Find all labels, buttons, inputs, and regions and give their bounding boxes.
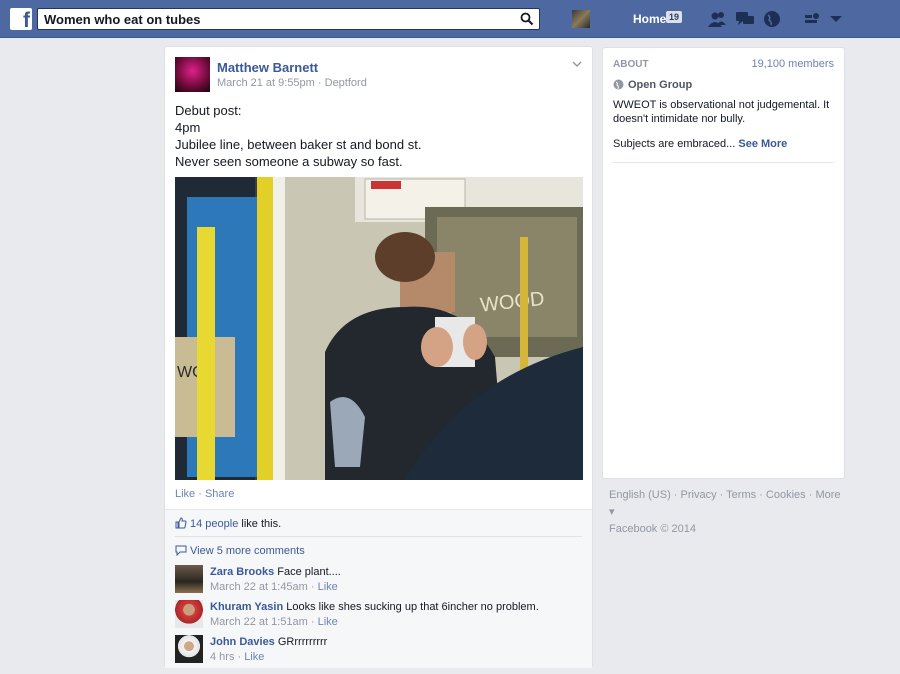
comment-body: John Davies GRrrrrrrrrr 4 hrs · Like bbox=[210, 636, 328, 663]
comment-time[interactable]: March 22 at 1:45am bbox=[210, 581, 308, 593]
friend-requests-icon[interactable] bbox=[707, 10, 727, 28]
commenter-name[interactable]: John Davies bbox=[210, 636, 275, 648]
members-count[interactable]: 19,100 members bbox=[751, 58, 834, 70]
search-input[interactable]: Women who eat on tubes bbox=[37, 8, 540, 30]
comment-like-link[interactable]: Like bbox=[244, 651, 264, 663]
comment-body: Khuram Yasin Looks like shes sucking up … bbox=[210, 601, 539, 628]
globe-icon bbox=[613, 79, 624, 90]
top-nav-bar: f Women who eat on tubes Home 19 bbox=[0, 0, 900, 38]
comment-like-link[interactable]: Like bbox=[318, 581, 338, 593]
messages-icon[interactable] bbox=[735, 10, 755, 28]
comment-time[interactable]: 4 hrs bbox=[210, 651, 234, 663]
group-description: WWEOT is observational not judgemental. … bbox=[613, 99, 830, 125]
post-location[interactable]: Deptford bbox=[325, 77, 367, 89]
tube-photo-illustration: WOOD WO bbox=[175, 177, 583, 480]
footer-link-terms[interactable]: Terms bbox=[726, 489, 756, 501]
commenter-avatar[interactable] bbox=[175, 635, 203, 663]
comment-like-link[interactable]: Like bbox=[318, 616, 338, 628]
comment-text: GRrrrrrrrrr bbox=[277, 636, 328, 648]
footer-link-more[interactable]: More bbox=[815, 489, 840, 501]
view-more-comments[interactable]: View 5 more comments bbox=[175, 545, 305, 557]
comment: Zara Brooks Face plant.... March 22 at 1… bbox=[175, 565, 580, 597]
facebook-logo[interactable]: f bbox=[10, 8, 32, 32]
post-text: Debut post: 4pm Jubilee line, between ba… bbox=[175, 102, 575, 170]
commenter-name[interactable]: Khuram Yasin bbox=[210, 601, 283, 613]
comment-text: Face plant.... bbox=[277, 566, 341, 578]
post-feedback: 14 people like this. View 5 more comment… bbox=[165, 509, 592, 668]
post-meta: March 21 at 9:55pm · Deptford bbox=[217, 77, 367, 89]
post-text-line: Never seen someone a subway so fast. bbox=[175, 154, 403, 169]
about-divider bbox=[613, 162, 834, 163]
commenter-avatar[interactable] bbox=[175, 565, 203, 593]
post-photo[interactable]: WOOD WO bbox=[175, 177, 583, 480]
search-icon[interactable] bbox=[520, 12, 534, 26]
more-dropdown-icon[interactable]: ▾ bbox=[609, 506, 615, 518]
like-link[interactable]: Like bbox=[175, 488, 195, 500]
account-menu-chevron-icon[interactable] bbox=[826, 10, 846, 28]
post-timestamp[interactable]: March 21 at 9:55pm bbox=[217, 77, 315, 89]
search-query[interactable]: Women who eat on tubes bbox=[44, 12, 201, 27]
notifications-globe-icon[interactable] bbox=[762, 10, 782, 28]
group-type: Open Group bbox=[613, 79, 692, 91]
post-actions: Like · Share bbox=[175, 488, 235, 500]
comment: John Davies GRrrrrrrrrr 4 hrs · Like bbox=[175, 635, 580, 667]
post-text-line: Debut post: bbox=[175, 103, 242, 118]
profile-avatar[interactable] bbox=[572, 10, 590, 28]
footer-link-privacy[interactable]: Privacy bbox=[681, 489, 717, 501]
group-type-label: Open Group bbox=[628, 79, 693, 91]
page-footer: English (US) · Privacy · Terms · Cookies… bbox=[609, 487, 849, 538]
thumbs-up-icon bbox=[175, 517, 187, 529]
comment-time[interactable]: March 22 at 1:51am bbox=[210, 616, 308, 628]
commenter-avatar[interactable] bbox=[175, 600, 203, 628]
post-author[interactable]: Matthew Barnett bbox=[217, 60, 318, 75]
post-options-chevron-icon[interactable] bbox=[572, 59, 582, 69]
author-avatar[interactable] bbox=[175, 57, 210, 92]
comment-text: Looks like shes sucking up that 6incher … bbox=[286, 601, 539, 613]
commenter-name[interactable]: Zara Brooks bbox=[210, 566, 274, 578]
view-more-label[interactable]: View 5 more comments bbox=[190, 545, 305, 557]
footer-link-language[interactable]: English (US) bbox=[609, 489, 671, 501]
privacy-shortcuts-icon[interactable] bbox=[803, 10, 823, 28]
share-link[interactable]: Share bbox=[205, 488, 234, 500]
post-text-line: 4pm bbox=[175, 120, 201, 135]
likes-count[interactable]: 14 people bbox=[190, 518, 238, 530]
likes-suffix: like this. bbox=[241, 518, 282, 530]
about-heading: ABOUT bbox=[613, 59, 649, 70]
feedback-divider bbox=[175, 536, 582, 537]
post-text-line: Jubilee line, between baker st and bond … bbox=[175, 137, 422, 152]
comment-body: Zara Brooks Face plant.... March 22 at 1… bbox=[210, 566, 341, 593]
group-description-tail: Subjects are embraced... bbox=[613, 138, 736, 150]
home-link[interactable]: Home bbox=[633, 12, 666, 26]
footer-link-cookies[interactable]: Cookies bbox=[766, 489, 806, 501]
comment: Khuram Yasin Looks like shes sucking up … bbox=[175, 600, 580, 632]
see-more-link[interactable]: See More bbox=[738, 138, 787, 150]
home-count-badge: 19 bbox=[666, 11, 683, 23]
group-description-more: Subjects are embraced... See More bbox=[613, 138, 787, 150]
about-panel: ABOUT 19,100 members Open Group WWEOT is… bbox=[602, 47, 845, 479]
footer-copyright: Facebook © 2014 bbox=[609, 523, 696, 535]
group-post: Matthew Barnett March 21 at 9:55pm · Dep… bbox=[164, 46, 593, 668]
comment-icon bbox=[175, 545, 187, 557]
likes-summary: 14 people like this. bbox=[175, 517, 281, 530]
